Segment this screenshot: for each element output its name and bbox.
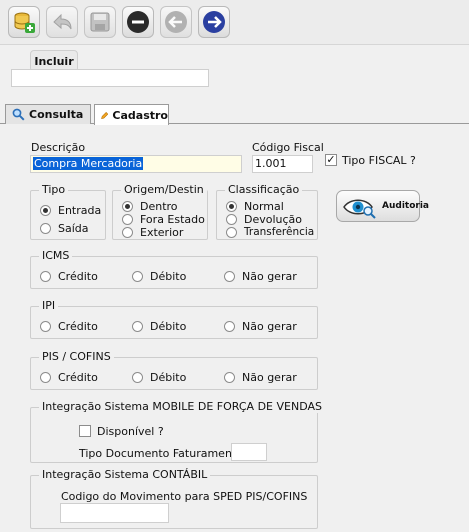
- icms-debito-radio[interactable]: [132, 271, 143, 282]
- pis-debito-label: Débito: [150, 371, 187, 384]
- ipi-title: IPI: [39, 299, 59, 312]
- codigo-movimento-label: Codigo do Movimento para SPED PIS/COFINS: [61, 490, 308, 503]
- icms-group: ICMS Crédito Débito Não gerar: [30, 249, 318, 289]
- mobile-integration-title: Integração Sistema MOBILE DE FORÇA DE VE…: [39, 400, 325, 413]
- pis-cofins-title: PIS / COFINS: [39, 350, 114, 363]
- pencil-icon: [101, 111, 109, 119]
- pis-nao-gerar-label: Não gerar: [242, 371, 297, 384]
- tab-consulta[interactable]: Consulta: [5, 104, 91, 124]
- codigo-fiscal-input[interactable]: 1.001: [252, 155, 313, 173]
- classificacao-normal-label: Normal: [244, 200, 284, 213]
- disponivel-checkbox[interactable]: [79, 425, 91, 437]
- icms-title: ICMS: [39, 249, 73, 262]
- descricao-label: Descrição: [31, 141, 86, 154]
- tipo-entrada-label: Entrada: [58, 204, 102, 217]
- tipo-saida-radio[interactable]: [40, 223, 51, 234]
- save-button[interactable]: [84, 6, 116, 38]
- tipo-fiscal-checkbox[interactable]: ✓: [325, 154, 337, 166]
- auditoria-label: Auditoria: [382, 201, 429, 211]
- arrow-right-circle-icon: [203, 11, 225, 33]
- origem-exterior-label: Exterior: [140, 226, 184, 239]
- ipi-debito-label: Débito: [150, 320, 187, 333]
- ipi-debito-radio[interactable]: [132, 321, 143, 332]
- classificacao-group: Classificação Normal Devolução Transferê…: [216, 183, 318, 240]
- auditoria-button[interactable]: Auditoria: [336, 190, 429, 222]
- icms-debito-label: Débito: [150, 270, 187, 283]
- contabil-integration-group: Integração Sistema CONTÁBIL Codigo do Mo…: [30, 468, 318, 529]
- classificacao-title: Classificação: [225, 183, 303, 196]
- save-disk-icon: [90, 12, 110, 32]
- tipo-group: Tipo Entrada Saída: [30, 183, 106, 240]
- tipo-documento-input[interactable]: [231, 443, 267, 461]
- add-record-button[interactable]: [8, 6, 40, 38]
- pis-debito-radio[interactable]: [132, 372, 143, 383]
- arrow-left-circle-icon: [165, 11, 187, 33]
- database-add-icon: [14, 12, 35, 33]
- descricao-input[interactable]: Compra Mercadoria: [30, 155, 242, 173]
- tab-cadastro-label: Cadastro: [112, 108, 168, 122]
- origem-fora-radio[interactable]: [122, 214, 133, 225]
- pis-cofins-group: PIS / COFINS Crédito Débito Não gerar: [30, 350, 318, 390]
- pis-credito-label: Crédito: [58, 371, 98, 384]
- delete-button[interactable]: [122, 6, 154, 38]
- classificacao-devolucao-label: Devolução: [244, 213, 303, 226]
- undo-arrow-icon: [53, 13, 72, 30]
- codigo-fiscal-label: Código Fiscal: [252, 141, 324, 154]
- icms-nao-gerar-radio[interactable]: [224, 271, 235, 282]
- descricao-value: Compra Mercadoria: [33, 157, 144, 170]
- tipo-fiscal-label: Tipo FISCAL ?: [342, 154, 416, 167]
- pis-credito-radio[interactable]: [40, 372, 51, 383]
- ipi-nao-gerar-radio[interactable]: [224, 321, 235, 332]
- previous-button[interactable]: [160, 6, 192, 38]
- origem-fora-label: Fora Estado: [140, 213, 205, 226]
- contabil-integration-title: Integração Sistema CONTÁBIL: [39, 468, 211, 481]
- pis-nao-gerar-radio[interactable]: [224, 372, 235, 383]
- cadastro-panel: Descrição Compra Mercadoria Código Fisca…: [0, 124, 469, 532]
- classificacao-normal-radio[interactable]: [226, 201, 237, 212]
- magnifier-icon: [12, 108, 25, 121]
- ipi-group: IPI Crédito Débito Não gerar: [30, 299, 318, 339]
- classificacao-transferencia-radio[interactable]: [226, 227, 237, 238]
- tipo-documento-label: Tipo Documento Faturamento: [79, 447, 243, 460]
- origem-dentro-radio[interactable]: [122, 201, 133, 212]
- tipo-saida-label: Saída: [58, 222, 89, 235]
- toolbar: [0, 0, 469, 45]
- classificacao-transferencia-label: Transferência: [244, 226, 315, 238]
- classificacao-devolucao-radio[interactable]: [226, 214, 237, 225]
- tab-cadastro[interactable]: Cadastro: [94, 104, 169, 125]
- codigo-movimento-input[interactable]: [60, 503, 169, 523]
- disponivel-label: Disponível ?: [97, 425, 164, 438]
- eye-icon: [343, 199, 376, 219]
- minus-circle-icon: [127, 11, 149, 33]
- origem-exterior-radio[interactable]: [122, 227, 133, 238]
- next-button[interactable]: [198, 6, 230, 38]
- origem-title: Origem/Destin: [121, 183, 207, 196]
- ipi-nao-gerar-label: Não gerar: [242, 320, 297, 333]
- icms-nao-gerar-label: Não gerar: [242, 270, 297, 283]
- origem-dentro-label: Dentro: [140, 200, 178, 213]
- icms-credito-radio[interactable]: [40, 271, 51, 282]
- mobile-integration-group: Integração Sistema MOBILE DE FORÇA DE VE…: [30, 400, 325, 463]
- top-field[interactable]: [11, 69, 209, 87]
- undo-button[interactable]: [46, 6, 78, 38]
- icms-credito-label: Crédito: [58, 270, 98, 283]
- tipo-entrada-radio[interactable]: [40, 205, 51, 216]
- ipi-credito-radio[interactable]: [40, 321, 51, 332]
- origem-group: Origem/Destin Dentro Fora Estado Exterio…: [112, 183, 208, 240]
- tab-consulta-label: Consulta: [29, 108, 84, 121]
- tipo-title: Tipo: [39, 183, 69, 196]
- ipi-credito-label: Crédito: [58, 320, 98, 333]
